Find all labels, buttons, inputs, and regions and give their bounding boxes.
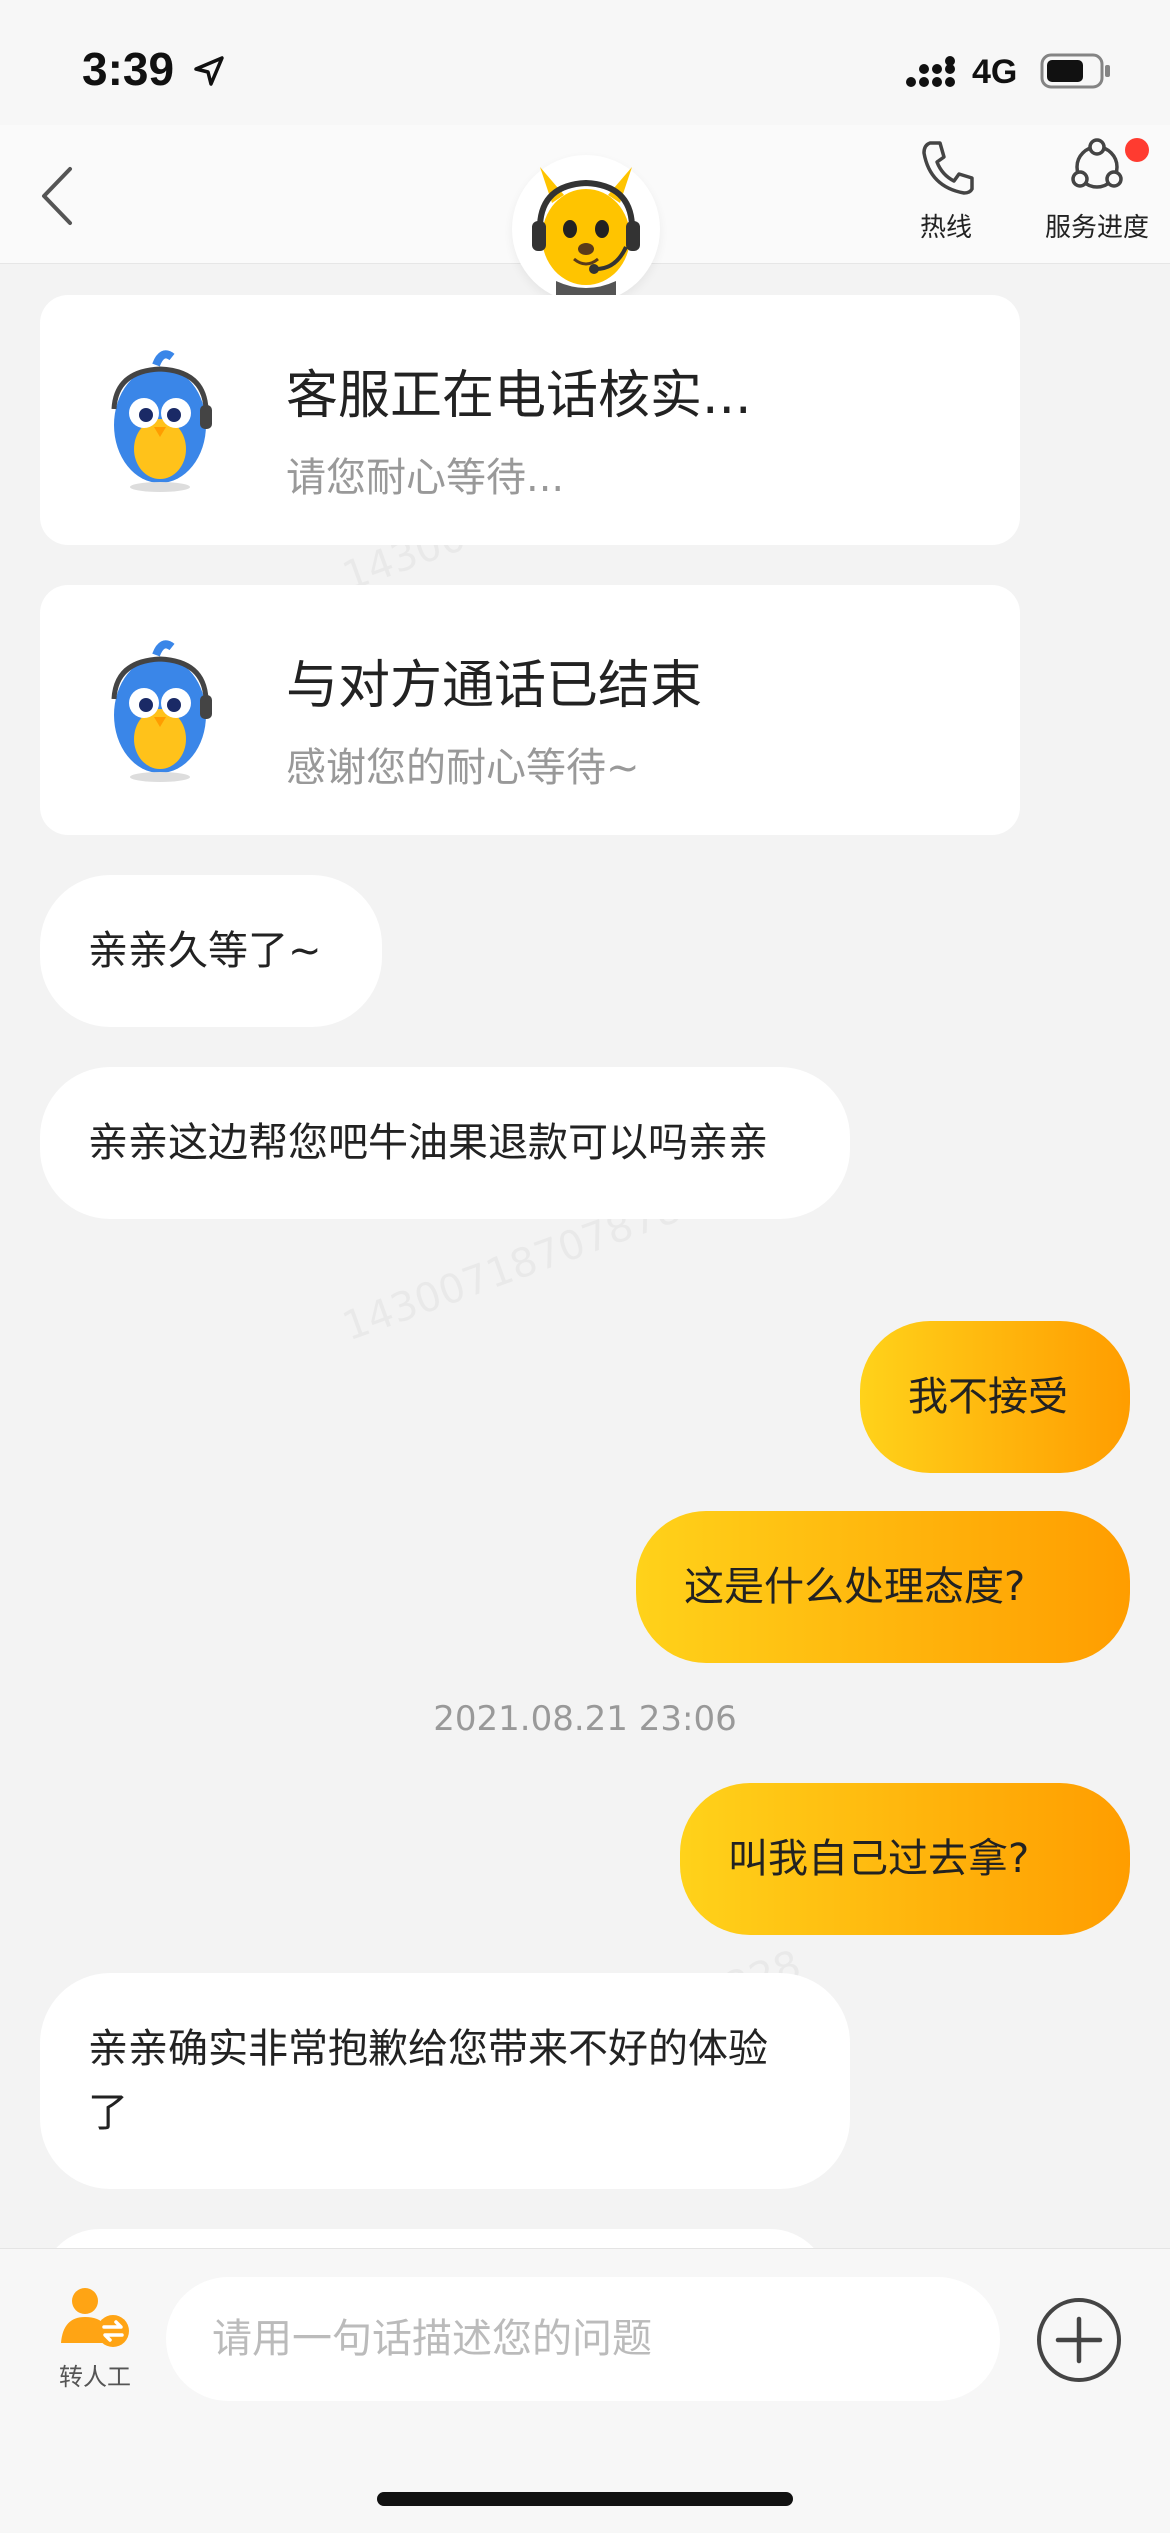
status-card: 与对方通话已结束 感谢您的耐心等待~	[40, 585, 1020, 835]
card-subtitle: 请您耐心等待...	[286, 455, 565, 501]
incoming-message: 亲亲确实非常抱歉给您带来不好的体验了	[40, 1973, 850, 2189]
back-button[interactable]	[36, 161, 86, 231]
message-input[interactable]	[166, 2277, 1000, 2401]
notification-dot	[1125, 138, 1149, 162]
message-timestamp: 2021.08.21 23:06	[433, 1699, 737, 1739]
hotline-label: 热线	[919, 213, 972, 243]
location-arrow-icon	[192, 54, 226, 92]
input-bar: 转人工	[0, 2248, 1170, 2533]
status-time: 3:39	[82, 43, 175, 95]
transfer-agent-icon	[61, 2288, 129, 2347]
transfer-agent-button[interactable]: 转人工	[40, 2285, 150, 2392]
card-title: 客服正在电话核实...	[286, 366, 752, 426]
incoming-message: 亲亲久等了~	[40, 875, 382, 1027]
home-indicator	[377, 2492, 793, 2506]
card-title: 与对方通话已结束	[286, 656, 703, 716]
status-bar: 3:39 4G	[0, 0, 1170, 125]
status-card: 客服正在电话核实... 请您耐心等待...	[40, 295, 1020, 545]
bird-agent-icon	[100, 343, 220, 497]
outgoing-message: 叫我自己过去拿?	[680, 1783, 1130, 1935]
transfer-agent-label: 转人工	[59, 2363, 131, 2391]
service-progress-icon	[1071, 138, 1123, 189]
cellular-signal-icon	[905, 56, 961, 94]
plus-circle-icon	[1037, 2298, 1121, 2382]
bird-agent-icon	[100, 633, 220, 787]
chat-list[interactable]: 1430071870787870228 1430071870787870228 …	[0, 263, 1170, 2248]
service-progress-label: 服务进度	[1044, 213, 1149, 243]
incoming-message	[40, 2229, 830, 2248]
outgoing-message: 我不接受	[860, 1321, 1130, 1473]
card-subtitle: 感谢您的耐心等待~	[286, 745, 640, 791]
phone-icon	[922, 141, 974, 195]
incoming-message: 亲亲这边帮您吧牛油果退款可以吗亲亲	[40, 1067, 850, 1219]
outgoing-message: 这是什么处理态度?	[636, 1511, 1130, 1663]
hotline-button[interactable]: 热线	[876, 135, 1016, 244]
chevron-left-icon	[42, 167, 72, 225]
network-type: 4G	[972, 53, 1018, 91]
nav-bar: 热线 服务进度	[0, 125, 1170, 303]
battery-icon	[1040, 52, 1112, 94]
more-options-button[interactable]	[1034, 2295, 1124, 2389]
